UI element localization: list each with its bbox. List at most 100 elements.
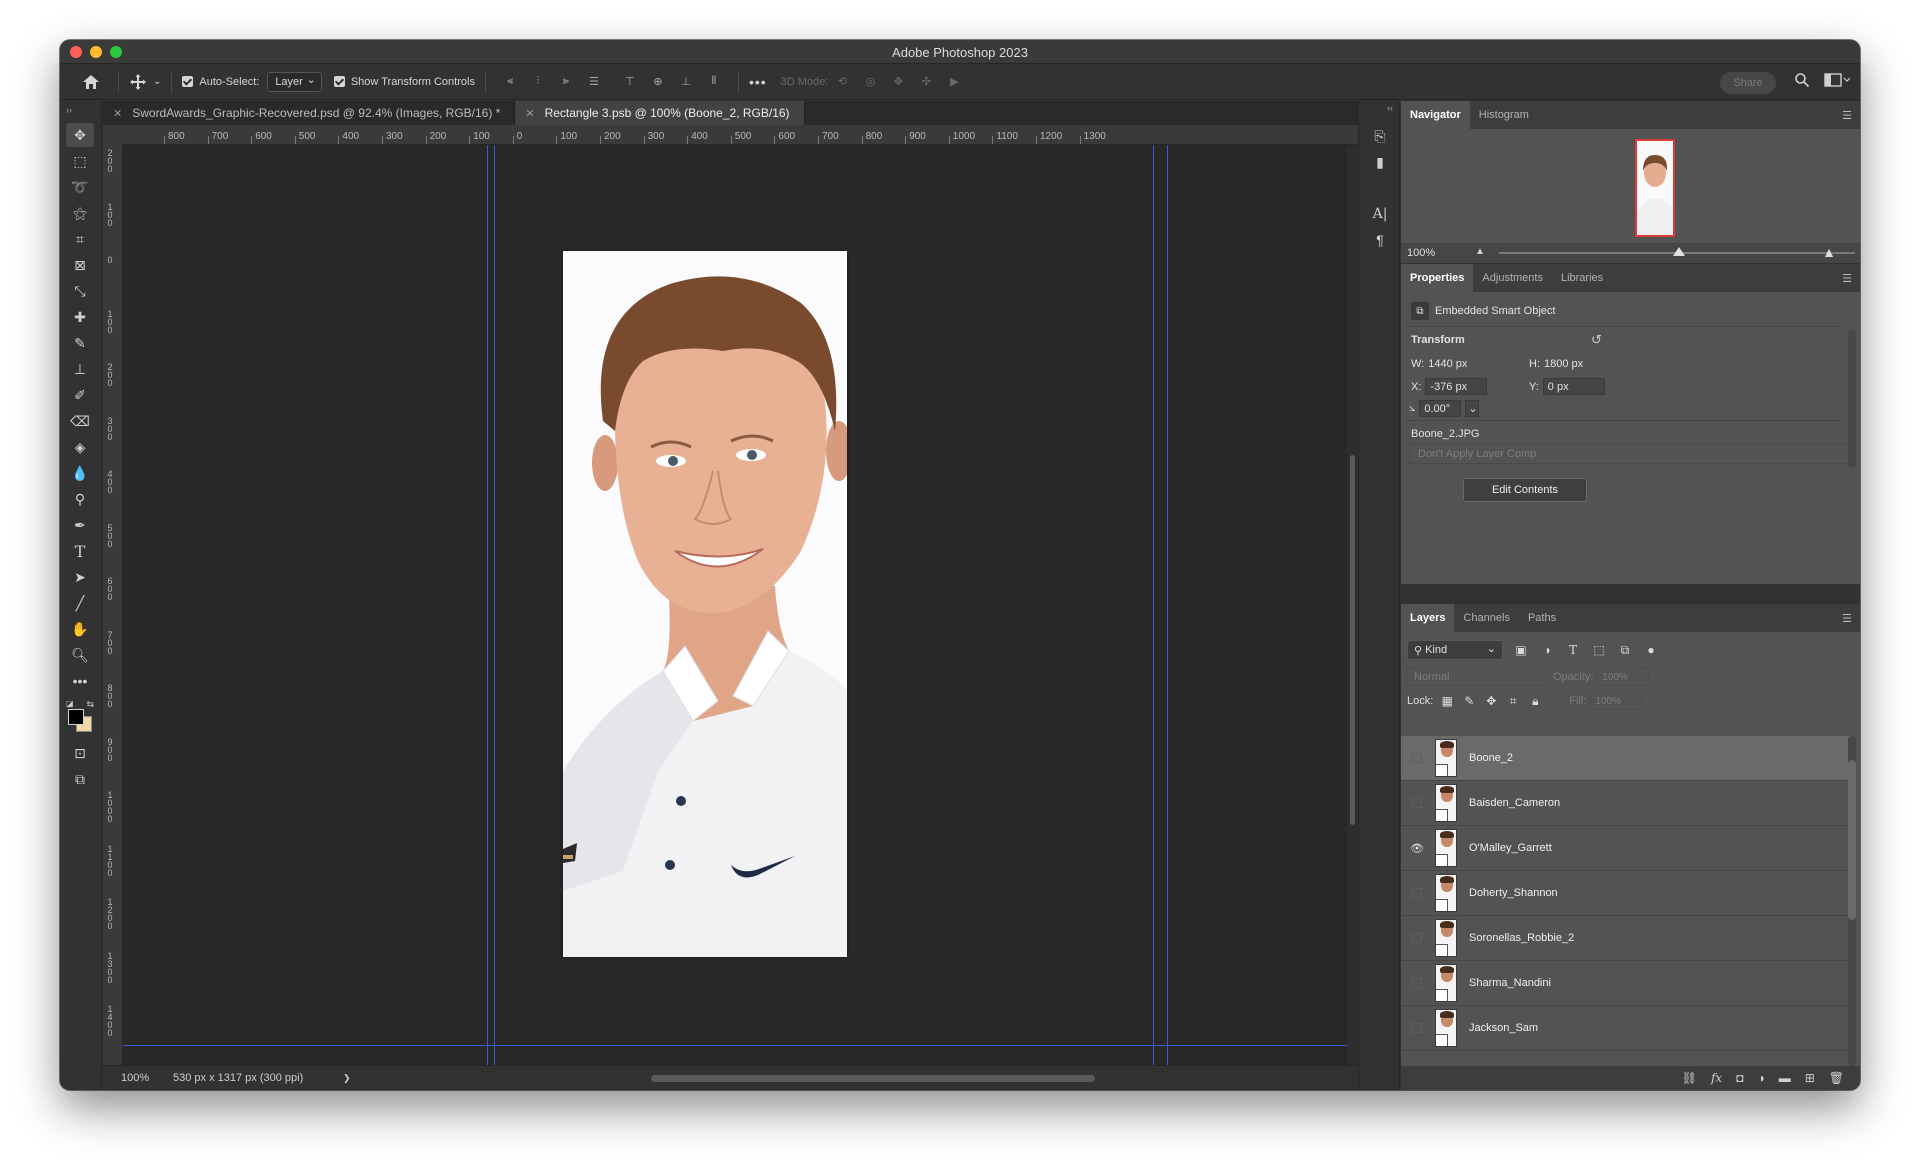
tab-libraries[interactable]: Libraries [1552, 264, 1612, 292]
eyedropper-tool[interactable]: ⤡ [66, 279, 94, 303]
edit-contents-button[interactable]: Edit Contents [1463, 478, 1587, 502]
layer-thumbnail[interactable] [1435, 784, 1457, 822]
tab-layers[interactable]: Layers [1401, 604, 1455, 632]
reset-transform-icon[interactable]: ↺ [1591, 332, 1602, 348]
workspace-icon[interactable] [1824, 72, 1851, 91]
doc-tab-rectangle-3[interactable]: ✕ Rectangle 3.psb @ 100% (Boone_2, RGB/1… [515, 101, 805, 125]
comments-panel-icon[interactable]: ▮ [1371, 153, 1389, 171]
visibility-toggle[interactable] [1412, 798, 1422, 808]
layer-row[interactable]: Soronellas_Robbie_2 [1401, 916, 1851, 961]
zoom-tool[interactable]: 🔍︎ [66, 643, 94, 667]
layer-row[interactable]: Boone_2 [1401, 736, 1851, 781]
layer-name[interactable]: Boone_2 [1469, 752, 1513, 764]
scrollbar-thumb[interactable] [1848, 760, 1856, 920]
drag-3d-icon[interactable]: ✥ [890, 74, 906, 90]
scrollbar-thumb[interactable] [1350, 455, 1355, 825]
blend-mode-dropdown[interactable]: Normal [1407, 668, 1547, 686]
distribute-vertical-icon[interactable]: ⦀ [706, 74, 722, 90]
roll-3d-icon[interactable]: ◎ [862, 74, 878, 90]
quick-mask-icon[interactable]: ⊡ [66, 741, 94, 765]
share-button[interactable]: Share [1720, 72, 1776, 94]
auto-select-dropdown[interactable]: Layer [267, 71, 322, 92]
auto-select-checkbox[interactable]: Auto-Select: [182, 64, 259, 100]
edit-toolbar-icon[interactable]: ••• [66, 669, 94, 693]
layer-row[interactable]: Sharma_Nandini [1401, 961, 1851, 1006]
hand-tool[interactable]: ✋ [66, 617, 94, 641]
tab-paths[interactable]: Paths [1519, 604, 1565, 632]
search-icon[interactable] [1794, 72, 1810, 91]
collapse-tools-icon[interactable]: ›› [66, 105, 72, 115]
kind-filter-dropdown[interactable]: ⚲ Kind [1407, 640, 1503, 660]
layer-style-icon[interactable]: fx [1711, 1071, 1722, 1085]
guide-vertical[interactable] [1153, 145, 1154, 1065]
guide-vertical[interactable] [1167, 145, 1168, 1065]
slide-3d-icon[interactable]: ✣ [918, 74, 934, 90]
vertical-scrollbar[interactable] [1347, 145, 1358, 1065]
document-image[interactable] [563, 251, 847, 957]
link-layers-icon[interactable]: ⛓ [1682, 1071, 1697, 1085]
visibility-toggle[interactable] [1412, 753, 1422, 763]
show-transform-checkbox[interactable]: Show Transform Controls [333, 64, 475, 100]
navigator-zoom-value[interactable]: 100% [1401, 247, 1461, 259]
horizontal-ruler[interactable]: 800 700 600 500 400 300 200 100 0 100 200 300 400 500… [123, 125, 1358, 145]
visibility-eye-icon[interactable]: 👁︎ [1409, 840, 1425, 856]
layer-thumbnail[interactable] [1435, 874, 1457, 912]
navigator-thumbnail[interactable] [1635, 139, 1675, 237]
layer-name[interactable]: Soronellas_Robbie_2 [1469, 932, 1574, 944]
panel-menu-icon[interactable]: ☰ [1842, 612, 1852, 625]
visibility-toggle[interactable] [1412, 933, 1422, 943]
panel-menu-icon[interactable]: ☰ [1842, 109, 1852, 122]
visibility-toggle[interactable] [1412, 978, 1422, 988]
tab-adjustments[interactable]: Adjustments [1473, 264, 1552, 292]
layer-row[interactable]: Baisden_Cameron [1401, 781, 1851, 826]
new-layer-icon[interactable]: ⊞ [1805, 1071, 1815, 1085]
adjustment-layer-icon[interactable]: ◑ [1757, 1071, 1764, 1085]
crop-tool[interactable]: ⌗ [66, 227, 94, 251]
default-colors-icon[interactable]: ◪ [66, 699, 74, 708]
layer-thumbnail[interactable] [1435, 964, 1457, 1002]
visibility-toggle[interactable] [1412, 888, 1422, 898]
guide-horizontal[interactable] [123, 1045, 1347, 1046]
move-tool-preset[interactable]: ⌄ [129, 64, 161, 100]
layer-name[interactable]: Jackson_Sam [1469, 1022, 1538, 1034]
horizontal-scrollbar-thumb[interactable] [651, 1075, 1095, 1082]
filter-smart-object-icon[interactable]: ⧉ [1617, 642, 1633, 658]
canvas-area[interactable] [123, 145, 1347, 1065]
layer-comp-dropdown[interactable]: Don't Apply Layer Comp [1409, 444, 1851, 464]
history-panel-icon[interactable]: ⎘ [1371, 127, 1389, 145]
move-tool[interactable]: ✥ [66, 123, 94, 147]
properties-scrollbar[interactable] [1848, 330, 1856, 468]
marquee-tool[interactable]: ⬚ [66, 149, 94, 173]
lock-image-icon[interactable]: ✎ [1461, 693, 1477, 709]
filter-type-icon[interactable]: T [1565, 642, 1581, 658]
close-tab-icon[interactable]: ✕ [113, 107, 122, 120]
layer-thumbnail[interactable] [1435, 1009, 1457, 1047]
layer-thumbnail[interactable] [1435, 829, 1457, 867]
new-group-icon[interactable]: ▬ [1779, 1071, 1791, 1085]
magic-wand-tool[interactable]: ⚝ [66, 201, 94, 225]
paragraph-panel-icon[interactable]: ¶ [1371, 231, 1389, 249]
x-input[interactable]: -376 px [1425, 378, 1488, 395]
zoom-out-icon[interactable]: ▲ [1475, 246, 1485, 257]
angle-input[interactable]: 0.00° [1419, 400, 1462, 417]
clone-stamp-tool[interactable]: ⊥ [66, 357, 94, 381]
align-bottom-icon[interactable]: ⊥ [678, 74, 694, 90]
layer-name[interactable]: Sharma_Nandini [1469, 977, 1551, 989]
filter-toggle-icon[interactable]: ● [1643, 642, 1659, 658]
align-left-icon[interactable]: ⫷ [502, 74, 518, 90]
fill-input[interactable]: 100% [1590, 692, 1643, 710]
layer-thumbnail[interactable] [1435, 739, 1457, 777]
brush-tool[interactable]: ✎ [66, 331, 94, 355]
distribute-icon[interactable]: ☰ [586, 74, 602, 90]
width-field[interactable]: W: 1440 px [1411, 358, 1467, 370]
opacity-input[interactable]: 100% [1597, 668, 1650, 686]
frame-tool[interactable]: ⊠ [66, 253, 94, 277]
y-input[interactable]: 0 px [1542, 378, 1605, 395]
layer-row[interactable]: Jackson_Sam [1401, 1006, 1851, 1051]
camera-3d-icon[interactable]: ▶ [946, 74, 962, 90]
zoom-slider-knob[interactable] [1673, 247, 1685, 256]
layer-name[interactable]: Baisden_Cameron [1469, 797, 1560, 809]
swap-colors-icon[interactable]: ⇆ [86, 699, 94, 710]
healing-brush-tool[interactable]: ✚ [66, 305, 94, 329]
tab-channels[interactable]: Channels [1454, 604, 1518, 632]
